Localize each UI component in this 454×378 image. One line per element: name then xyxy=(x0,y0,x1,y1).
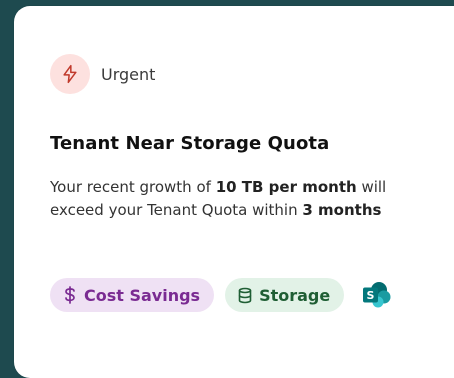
description-text-1: Your recent growth of xyxy=(50,178,216,196)
tag-list: Cost Savings Storage S xyxy=(50,278,392,312)
description-time-value: 3 months xyxy=(302,201,382,219)
tag-label: Cost Savings xyxy=(84,285,201,305)
lightning-bolt-icon xyxy=(50,54,90,94)
dollar-sign-icon xyxy=(62,286,78,304)
tag-label: Storage xyxy=(259,285,331,305)
tag-cost-savings[interactable]: Cost Savings xyxy=(50,278,215,312)
card-title: Tenant Near Storage Quota xyxy=(50,133,330,154)
priority-badge: Urgent xyxy=(50,54,155,94)
recommendation-card[interactable]: Urgent Tenant Near Storage Quota Your re… xyxy=(14,6,454,378)
sharepoint-icon: S xyxy=(362,281,392,309)
card-description: Your recent growth of 10 TB per month wi… xyxy=(50,176,410,222)
tag-storage[interactable]: Storage xyxy=(225,278,345,312)
database-icon xyxy=(237,287,253,304)
svg-text:S: S xyxy=(367,289,375,302)
description-growth-value: 10 TB per month xyxy=(215,178,357,196)
priority-label: Urgent xyxy=(101,64,156,84)
